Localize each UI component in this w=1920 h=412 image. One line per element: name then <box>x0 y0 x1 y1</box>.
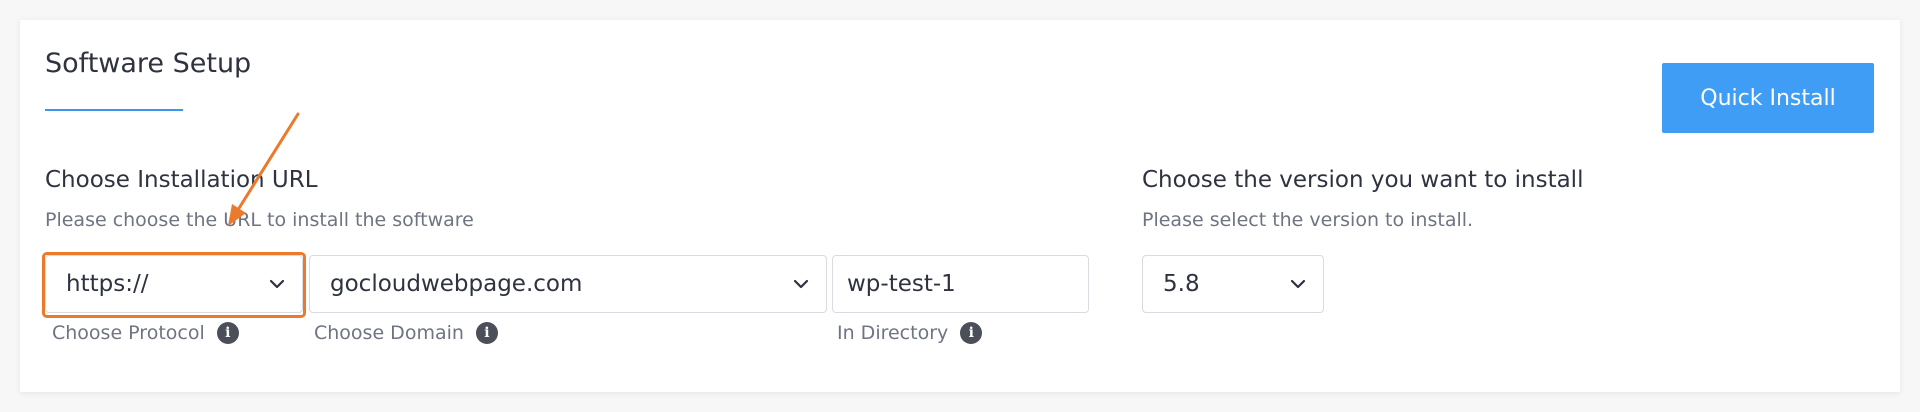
annotation-arrow-icon <box>228 112 300 226</box>
page: Software Setup Quick Install Choose Inst… <box>0 0 1920 412</box>
